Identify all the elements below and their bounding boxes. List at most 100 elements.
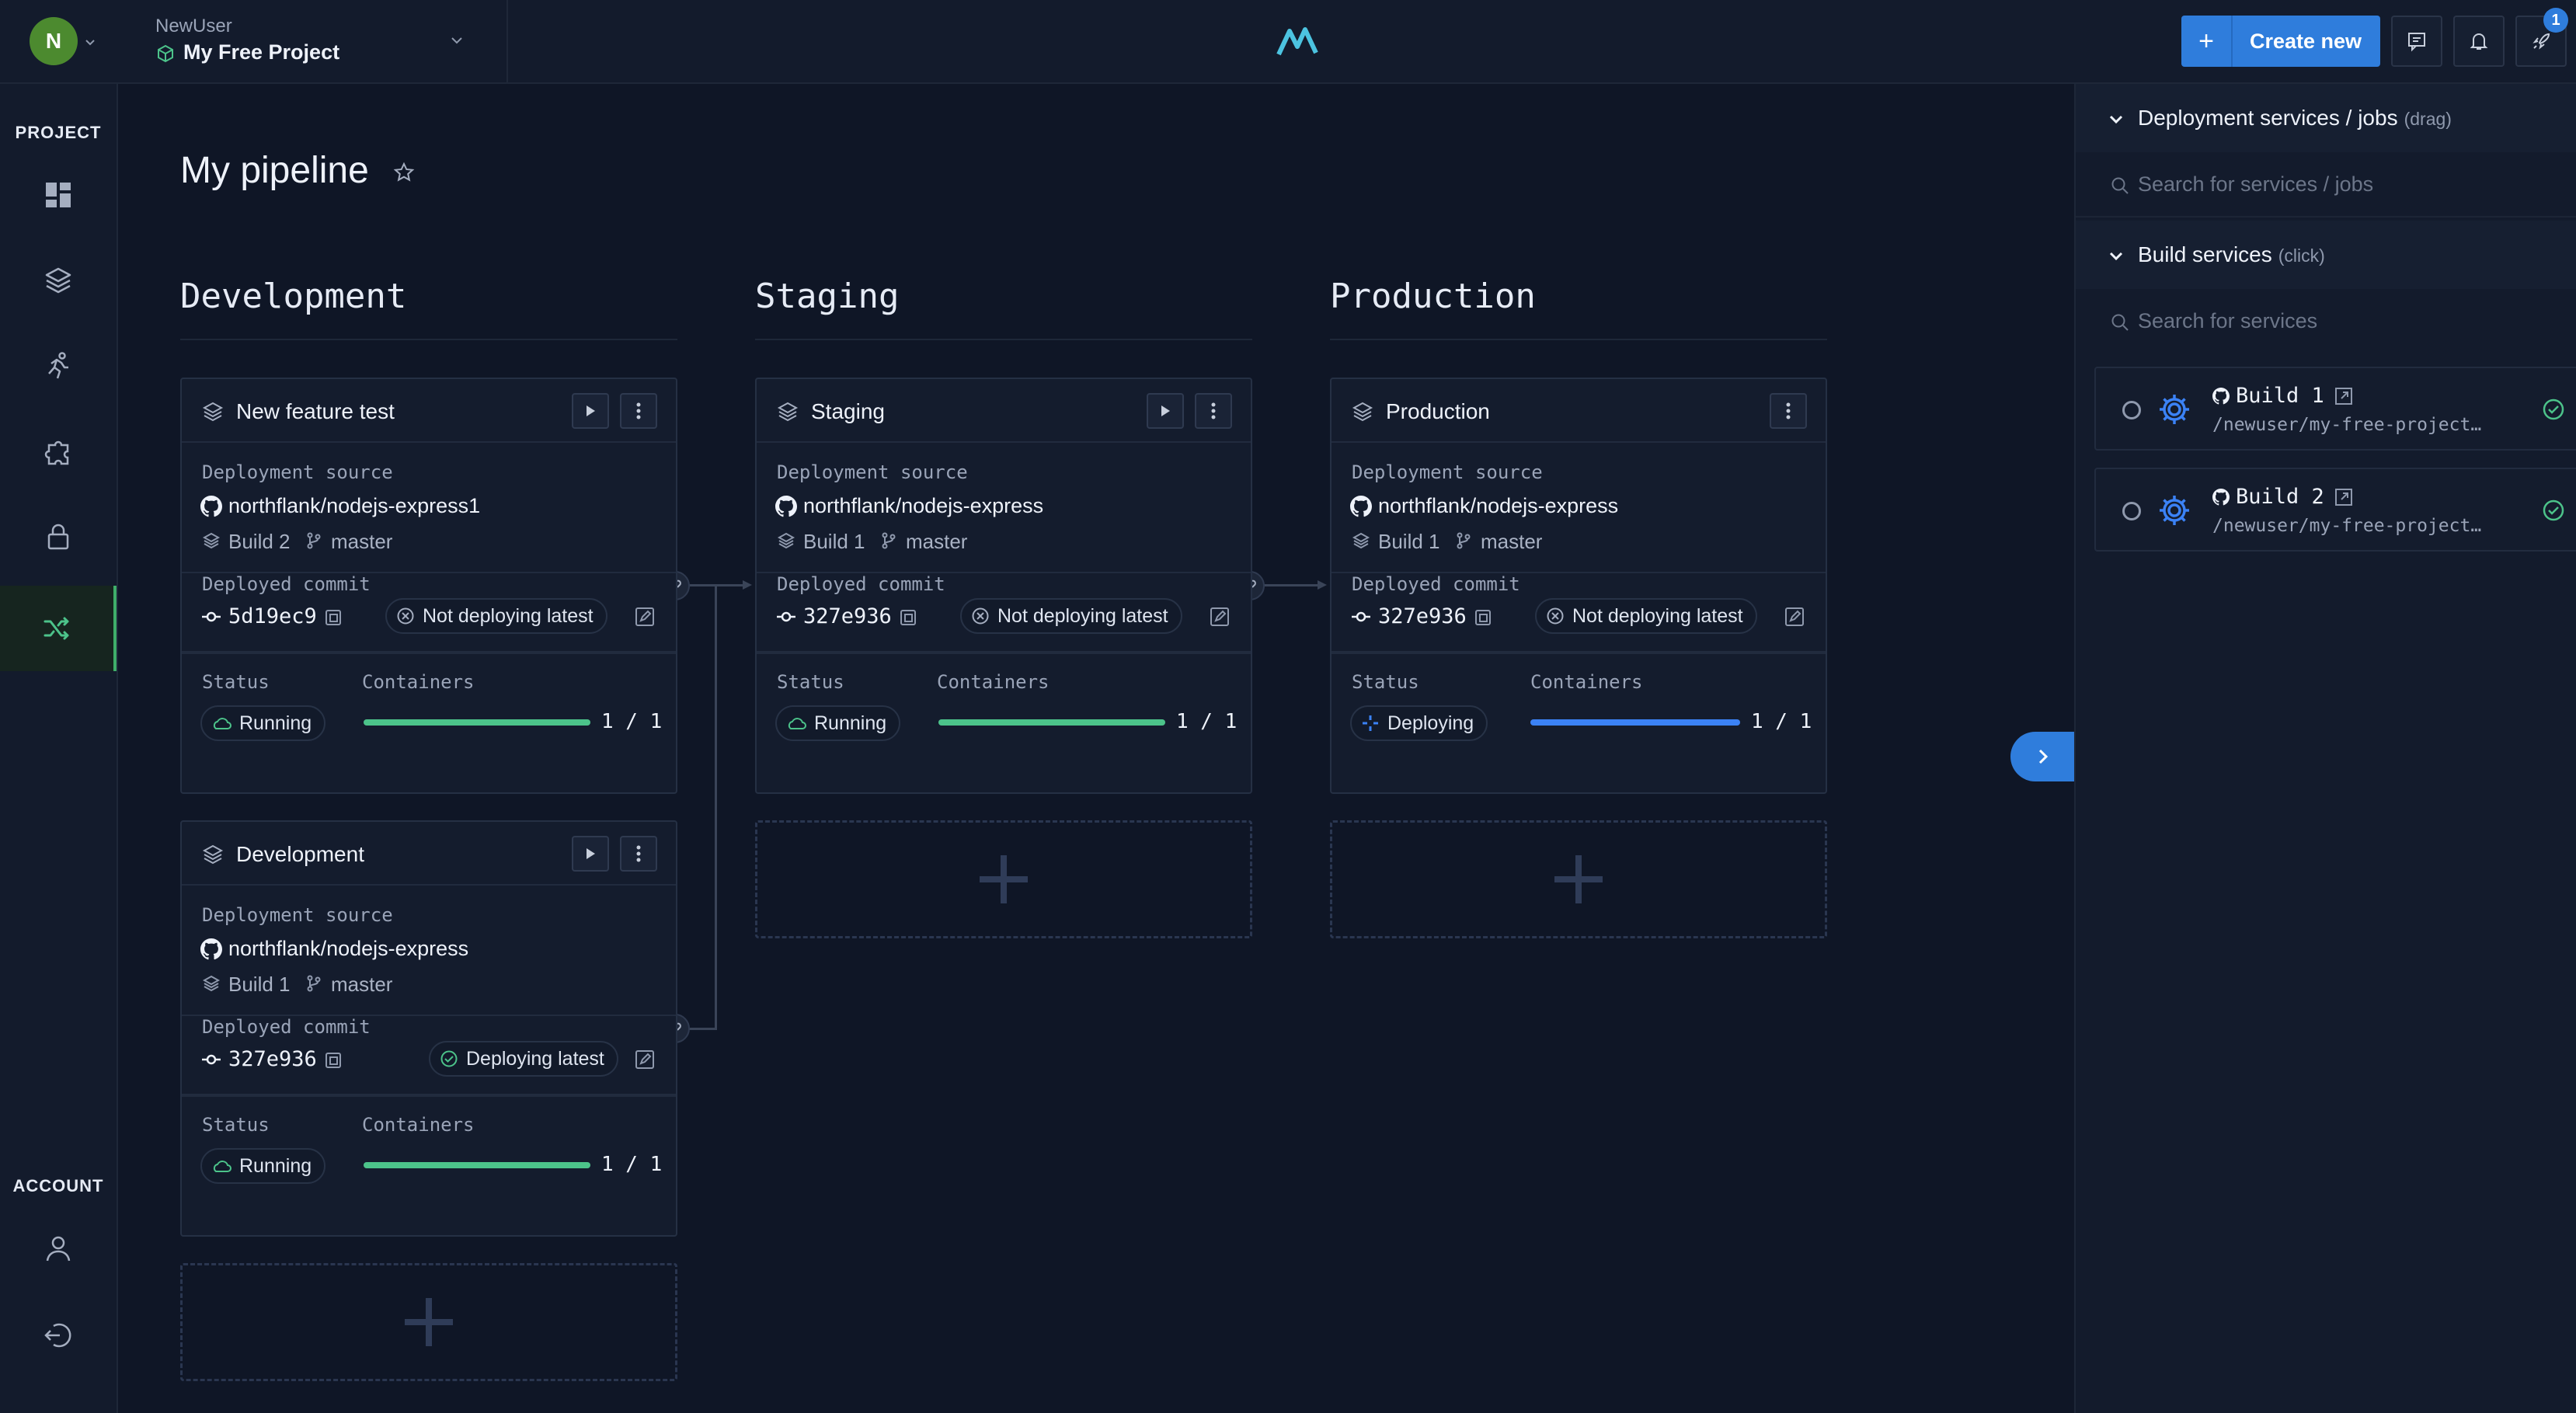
- notifications-button[interactable]: [2453, 16, 2505, 67]
- edit-icon[interactable]: [1209, 606, 1231, 628]
- github-icon: [200, 938, 222, 960]
- layers-icon: [202, 402, 224, 422]
- branch-name: master: [1481, 530, 1543, 553]
- deployment-services-section-header[interactable]: Deployment services / jobs (drag): [2076, 84, 2576, 152]
- copy-icon[interactable]: [1473, 607, 1493, 628]
- more-options-button[interactable]: [1195, 393, 1232, 429]
- branch-name: master: [331, 973, 393, 996]
- kebab-menu-icon: [1211, 402, 1216, 419]
- play-icon: [1161, 405, 1170, 416]
- select-radio[interactable]: [2122, 401, 2141, 419]
- deployed-commit-section: Deployed commit 327e936 Not deploying la…: [1332, 573, 1826, 653]
- northflank-logo-icon[interactable]: [1274, 23, 1321, 61]
- layers-icon: [1352, 402, 1373, 422]
- sidebar-item-services[interactable]: [0, 238, 117, 323]
- sidebar-item-logout[interactable]: [0, 1293, 117, 1378]
- cloud-icon: [213, 718, 231, 729]
- select-radio[interactable]: [2122, 502, 2141, 520]
- avatar[interactable]: N: [30, 17, 78, 65]
- runner-icon: [48, 352, 68, 379]
- status-section: Status Containers Deploying 1 / 1: [1332, 653, 1826, 755]
- sidebar-item-jobs[interactable]: [0, 323, 117, 409]
- plus-icon: [980, 855, 1028, 903]
- plus-icon: +: [2181, 16, 2233, 67]
- run-button[interactable]: [572, 836, 609, 872]
- check-circle-icon: [2543, 499, 2564, 521]
- star-icon[interactable]: [393, 162, 415, 183]
- build-service-item[interactable]: Build 1 /newuser/my-free-project…: [2094, 367, 2576, 451]
- containers-bar: [364, 719, 590, 726]
- containers-label: Containers: [362, 1114, 475, 1136]
- commit-hash[interactable]: 327e936: [228, 1047, 317, 1071]
- repo-name[interactable]: northflank/nodejs-express1: [228, 494, 480, 518]
- run-button[interactable]: [572, 393, 609, 429]
- repo-name[interactable]: northflank/nodejs-express: [803, 494, 1043, 518]
- sidebar-item-addons[interactable]: [0, 409, 117, 494]
- layers-icon: [202, 975, 221, 992]
- external-link-icon[interactable]: [2334, 487, 2354, 507]
- pipeline-card[interactable]: Production Deployment source northflank/…: [1330, 378, 1827, 794]
- build-services-section-header[interactable]: Build services (click): [2076, 221, 2576, 289]
- deployed-commit-section: Deployed commit 327e936 Deploying latest: [182, 1016, 676, 1095]
- deployment-services-search[interactable]: Search for services / jobs: [2076, 152, 2576, 218]
- github-icon: [775, 496, 797, 517]
- edit-icon[interactable]: [1784, 606, 1805, 628]
- github-icon: [2212, 489, 2230, 506]
- external-link-icon[interactable]: [2334, 386, 2354, 406]
- add-service-slot[interactable]: [755, 820, 1252, 938]
- containers-bar-fill: [938, 719, 1165, 726]
- repo-name[interactable]: northflank/nodejs-express: [1378, 494, 1618, 518]
- pipeline-card[interactable]: Staging Deployment source northflank/nod…: [755, 378, 1252, 794]
- branch-icon: [882, 532, 896, 549]
- pipeline-card[interactable]: New feature test Deployment source north…: [180, 378, 677, 794]
- stage-heading-development: Development: [180, 277, 677, 340]
- containers-label: Containers: [1530, 671, 1643, 693]
- create-new-button[interactable]: + Create new: [2181, 16, 2380, 67]
- containers-bar: [364, 1162, 590, 1168]
- add-service-slot[interactable]: [180, 1263, 677, 1381]
- more-options-button[interactable]: [1770, 393, 1807, 429]
- edit-icon[interactable]: [634, 1049, 656, 1070]
- run-button[interactable]: [1147, 393, 1184, 429]
- status-label: Status: [777, 671, 844, 693]
- chevron-down-icon[interactable]: [82, 34, 98, 50]
- add-service-slot[interactable]: [1330, 820, 1827, 938]
- card-header: Development: [182, 822, 676, 886]
- play-icon: [587, 848, 595, 859]
- build-name: Build 2: [228, 530, 291, 553]
- more-options-button[interactable]: [620, 836, 657, 872]
- more-options-button[interactable]: [620, 393, 657, 429]
- sidebar-item-account[interactable]: [0, 1206, 117, 1291]
- x-circle-icon: [1547, 607, 1564, 625]
- page-title: My pipeline: [180, 150, 369, 191]
- commit-hash[interactable]: 327e936: [1378, 604, 1467, 628]
- chevron-down-icon: [2109, 252, 2123, 261]
- pipeline-card[interactable]: Development Deployment source northflank…: [180, 820, 677, 1237]
- arrow-right-icon: [1318, 580, 1327, 590]
- copy-icon[interactable]: [898, 607, 918, 628]
- sidebar-item-pipelines[interactable]: [0, 586, 117, 671]
- project-switcher[interactable]: NewUser My Free Project: [118, 0, 508, 82]
- sidebar-item-secrets[interactable]: [0, 494, 117, 579]
- search-icon: [2111, 177, 2129, 194]
- commit-hash[interactable]: 327e936: [803, 604, 892, 628]
- section-hint: (click): [2278, 245, 2325, 266]
- sidebar-item-dashboard[interactable]: [0, 152, 117, 238]
- edit-icon[interactable]: [634, 606, 656, 628]
- layers-icon: [202, 844, 224, 865]
- status-section: Status Containers Running 1 / 1: [757, 653, 1251, 755]
- commit-hash[interactable]: 5d19ec9: [228, 604, 317, 628]
- repo-name[interactable]: northflank/nodejs-express: [228, 937, 468, 961]
- containers-label: Containers: [362, 671, 475, 693]
- check-circle-icon: [2543, 398, 2564, 420]
- collapse-panel-button[interactable]: [2010, 732, 2076, 781]
- build-services-search[interactable]: Search for services: [2076, 289, 2576, 354]
- user-name: NewUser: [155, 16, 232, 37]
- dashboard-icon: [46, 183, 71, 207]
- copy-icon[interactable]: [323, 1050, 343, 1070]
- copy-icon[interactable]: [323, 607, 343, 628]
- deployment-source-label: Deployment source: [202, 904, 393, 926]
- deployed-commit-label: Deployed commit: [777, 573, 945, 595]
- build-service-item[interactable]: Build 2 /newuser/my-free-project…: [2094, 468, 2576, 552]
- feedback-button[interactable]: [2391, 16, 2442, 67]
